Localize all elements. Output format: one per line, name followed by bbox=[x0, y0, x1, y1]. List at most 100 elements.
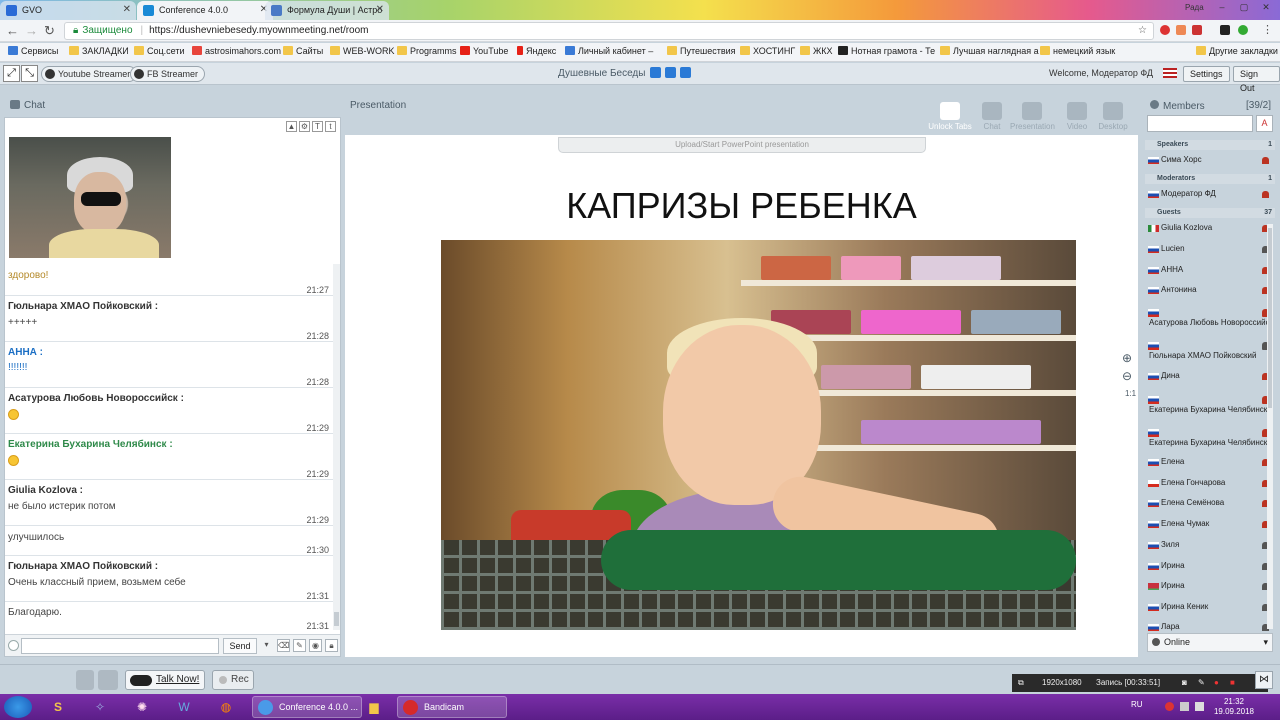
bookmark-item[interactable]: ЖКХ bbox=[800, 46, 833, 56]
members-scrollbar[interactable] bbox=[1267, 224, 1273, 629]
browser-tab-conference[interactable]: Conference 4.0.0 ✕ bbox=[137, 1, 273, 20]
text-size-icon[interactable]: T bbox=[312, 121, 323, 132]
member-row[interactable]: Ирина Кеник bbox=[1145, 602, 1271, 611]
chat-scrollbar[interactable] bbox=[333, 264, 340, 630]
minimize-icon[interactable]: – bbox=[1215, 2, 1229, 13]
tab-presentation[interactable]: Presentation bbox=[1010, 102, 1055, 131]
maximize-icon[interactable]: ▢ bbox=[1237, 2, 1251, 13]
app-spinner-icon[interactable]: ✧ bbox=[86, 696, 114, 718]
member-search-input[interactable] bbox=[1147, 115, 1253, 132]
member-row[interactable]: Екатерина Бухарина Челябинск bbox=[1145, 427, 1271, 449]
member-row[interactable]: Модератор ФД bbox=[1145, 189, 1271, 198]
bookmark-item[interactable]: astrosimahors.com bbox=[192, 46, 281, 56]
member-row[interactable]: Елена bbox=[1145, 457, 1271, 466]
member-row[interactable]: Ирина bbox=[1145, 581, 1271, 590]
zoom-out-icon[interactable]: ⊖ bbox=[1122, 369, 1132, 383]
collapse-icon[interactable]: ⤡ bbox=[21, 65, 38, 82]
bookmark-services[interactable]: Сервисы bbox=[8, 46, 58, 56]
settings-icon[interactable]: ⚙ bbox=[299, 121, 310, 132]
back-icon[interactable]: ← bbox=[6, 23, 19, 38]
bookmark-item[interactable]: Programms bbox=[397, 46, 457, 56]
warning-icon[interactable]: ▲ bbox=[286, 121, 297, 132]
screen-icon[interactable] bbox=[680, 67, 691, 78]
tab-desktop[interactable]: Desktop bbox=[1091, 102, 1135, 131]
lock-icon[interactable]: 🔒︎ bbox=[325, 639, 338, 652]
send-button[interactable]: Send bbox=[223, 638, 257, 654]
bookmark-item[interactable]: WEB-WORK bbox=[330, 46, 395, 56]
camera-icon[interactable] bbox=[98, 670, 118, 690]
taskbar-bandicam[interactable]: Bandicam bbox=[397, 696, 507, 718]
share-icon[interactable]: ⋈ bbox=[1255, 671, 1273, 689]
tray-network-icon[interactable] bbox=[1180, 702, 1189, 711]
start-button-icon[interactable] bbox=[4, 696, 32, 718]
bookmark-item[interactable]: Соц.сети bbox=[134, 46, 185, 56]
member-row[interactable]: Giulia Kozlova bbox=[1145, 223, 1271, 232]
browser-menu-icon[interactable]: ⋮ bbox=[1262, 23, 1273, 36]
fb-streamer-button[interactable]: FB Streamer bbox=[130, 66, 206, 82]
browser-user-label[interactable]: Рада bbox=[1185, 3, 1204, 12]
upload-presentation-button[interactable]: Upload/Start PowerPoint presentation bbox=[558, 137, 926, 153]
scroll-thumb[interactable] bbox=[1268, 228, 1272, 408]
bookmark-item[interactable]: Яндекс bbox=[517, 46, 556, 56]
us-flag-icon[interactable] bbox=[1163, 68, 1177, 78]
member-row[interactable]: АННА bbox=[1145, 265, 1271, 274]
status-select[interactable]: Online ▾ bbox=[1147, 633, 1273, 652]
close-tab-icon[interactable]: ✕ bbox=[123, 1, 131, 19]
close-tab-icon[interactable]: ✕ bbox=[376, 1, 384, 19]
extension-icon[interactable] bbox=[1192, 25, 1202, 35]
text-size-small-icon[interactable]: t bbox=[325, 121, 336, 132]
bookmark-item[interactable]: Нотная грамота - Те bbox=[838, 46, 935, 56]
gear-icon[interactable] bbox=[650, 67, 661, 78]
emoji-icon[interactable] bbox=[8, 640, 19, 651]
stop-icon[interactable]: ■ bbox=[1230, 674, 1235, 692]
member-row[interactable]: Екатерина Бухарина Челябинск bbox=[1145, 394, 1271, 416]
member-row[interactable]: Елена Семёнова bbox=[1145, 498, 1271, 507]
attach-icon[interactable]: ⌫ bbox=[277, 639, 290, 652]
lock-icon[interactable] bbox=[665, 67, 676, 78]
other-bookmarks[interactable]: Другие закладки bbox=[1196, 46, 1278, 56]
extension-icon[interactable] bbox=[1238, 25, 1248, 35]
rec-button[interactable]: Rec bbox=[212, 670, 254, 690]
member-row[interactable]: Ирина bbox=[1145, 561, 1271, 570]
member-row[interactable]: Асатурова Любовь Новороссийск bbox=[1145, 307, 1271, 329]
youtube-streamer-button[interactable]: Youtube Streamer bbox=[41, 66, 138, 82]
section-guests[interactable]: Guests 37 bbox=[1145, 208, 1275, 218]
word-icon[interactable]: W bbox=[170, 696, 198, 718]
section-moderators[interactable]: Moderators 1 bbox=[1145, 174, 1275, 184]
reload-icon[interactable]: ↻ bbox=[44, 23, 55, 39]
member-row[interactable]: Антонина bbox=[1145, 285, 1271, 294]
url-field[interactable]: 🔒︎ Защищено | https://dushevniebesedy.myown… bbox=[64, 22, 1154, 40]
taskbar-conference[interactable]: Conference 4.0.0 ... bbox=[252, 696, 362, 718]
language-indicator[interactable]: RU bbox=[1131, 700, 1143, 709]
bookmark-item[interactable]: немецкий язык bbox=[1040, 46, 1115, 56]
tray-record-icon[interactable] bbox=[1165, 702, 1174, 711]
zoom-reset[interactable]: 1:1 bbox=[1125, 389, 1136, 398]
record-icon[interactable]: ● bbox=[1214, 674, 1219, 692]
member-row[interactable]: Зиля bbox=[1145, 540, 1271, 549]
fullscreen-icon[interactable]: ⤢ bbox=[3, 65, 20, 82]
zoom-in-icon[interactable]: ⊕ bbox=[1122, 351, 1132, 365]
app-flower-icon[interactable]: ✺ bbox=[128, 696, 156, 718]
bookmark-item[interactable]: ЗАКЛАДКИ bbox=[69, 46, 129, 56]
chat-message-input[interactable] bbox=[21, 638, 219, 654]
send-options-chevron-icon[interactable]: ▾ bbox=[260, 639, 273, 652]
camera-icon[interactable]: ◙ bbox=[1182, 674, 1187, 692]
member-row[interactable]: Сима Хорс bbox=[1145, 155, 1271, 164]
file-explorer-icon[interactable]: ▆ bbox=[360, 696, 388, 718]
browser-tab-formula[interactable]: Формула Души | Астро ✕ bbox=[265, 1, 389, 20]
unlock-tabs-button[interactable]: Unlock Tabs bbox=[928, 102, 972, 131]
bookmark-item[interactable]: ХОСТИНГ bbox=[740, 46, 795, 56]
member-row[interactable]: Дина bbox=[1145, 371, 1271, 380]
extension-icon[interactable] bbox=[1176, 25, 1186, 35]
taskbar-clock[interactable]: 21:32 19.09.2018 bbox=[1214, 697, 1254, 717]
extension-icon[interactable] bbox=[1160, 25, 1170, 35]
window-close-icon[interactable]: ✕ bbox=[1259, 2, 1273, 13]
browser-tab-gvo[interactable]: GVO ✕ bbox=[0, 1, 136, 20]
eye-icon[interactable]: ◉ bbox=[309, 639, 322, 652]
bookmark-item[interactable]: Путешествия bbox=[667, 46, 736, 56]
member-row[interactable]: Лара bbox=[1145, 622, 1271, 631]
firefox-icon[interactable]: ◍ bbox=[212, 696, 240, 718]
talk-now-button[interactable]: Talk Now! bbox=[125, 670, 205, 690]
sign-out-button[interactable]: Sign Out bbox=[1233, 66, 1280, 93]
member-row[interactable]: Елена Гончарова bbox=[1145, 478, 1271, 487]
